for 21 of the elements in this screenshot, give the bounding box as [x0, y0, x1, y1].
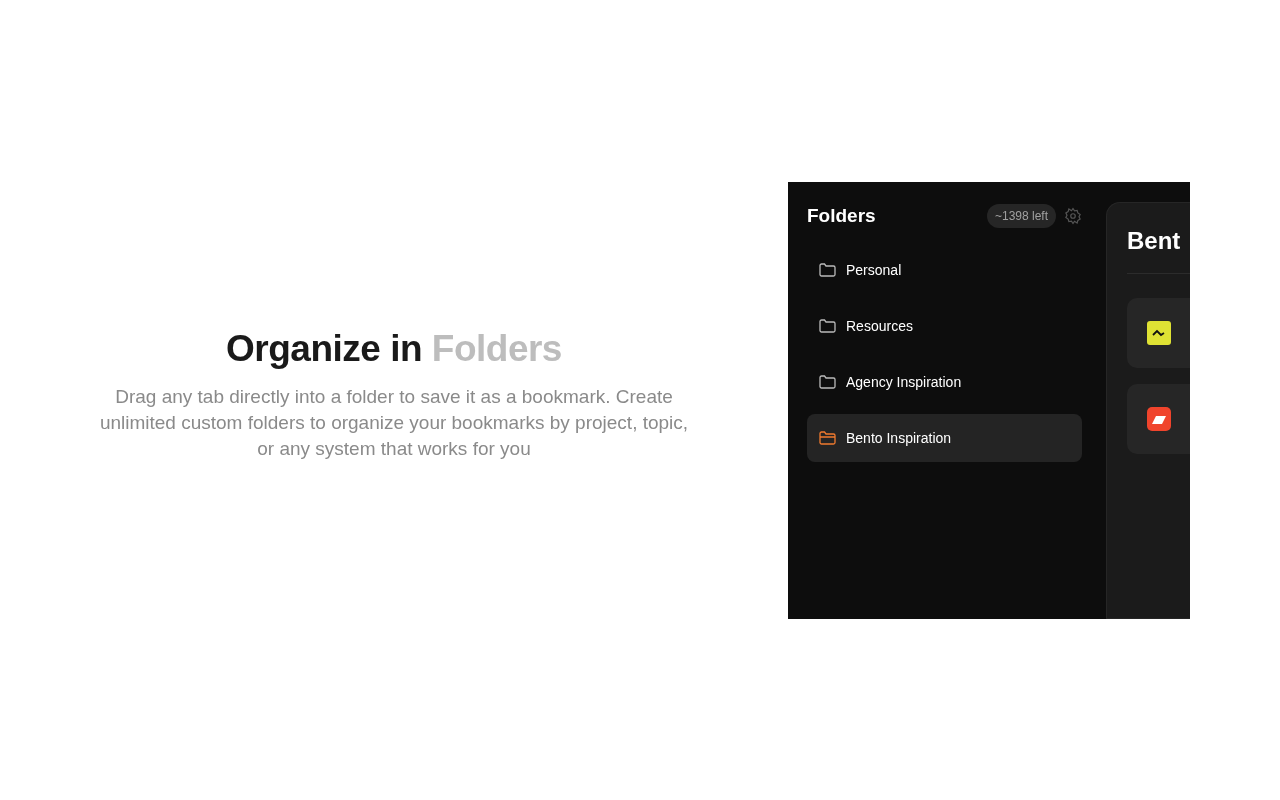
panel-title: Bent — [1127, 226, 1190, 274]
folder-label: Bento Inspiration — [846, 429, 952, 446]
folder-icon — [819, 374, 836, 389]
folder-item[interactable]: Resources — [807, 301, 1082, 350]
settings-icon[interactable] — [1064, 206, 1082, 225]
folder-label: Agency Inspiration — [846, 373, 962, 390]
trend-logo-icon — [1147, 320, 1171, 345]
folder-label: Resources — [846, 317, 913, 334]
folder-item[interactable]: Personal — [807, 245, 1082, 294]
folder-item[interactable]: Agency Inspiration — [807, 357, 1082, 406]
headline: Organize in Folders — [226, 328, 562, 370]
sidebar-title: Folders — [807, 204, 877, 227]
folder-item[interactable]: Bento Inspiration — [807, 413, 1082, 462]
bookmark-card[interactable] — [1127, 297, 1190, 368]
folder-label: Personal — [846, 261, 902, 278]
quota-badge: ~1398 left — [986, 203, 1056, 228]
folder-icon — [819, 262, 836, 277]
ramp-logo-icon — [1147, 406, 1171, 431]
folder-icon — [819, 318, 836, 333]
description: Drag any tab directly into a folder to save it as a bookmark. Create unlimited custom folders to organize your bookmarks by project, topic, or any system that works for you — [99, 385, 689, 461]
folder-icon — [819, 430, 836, 445]
